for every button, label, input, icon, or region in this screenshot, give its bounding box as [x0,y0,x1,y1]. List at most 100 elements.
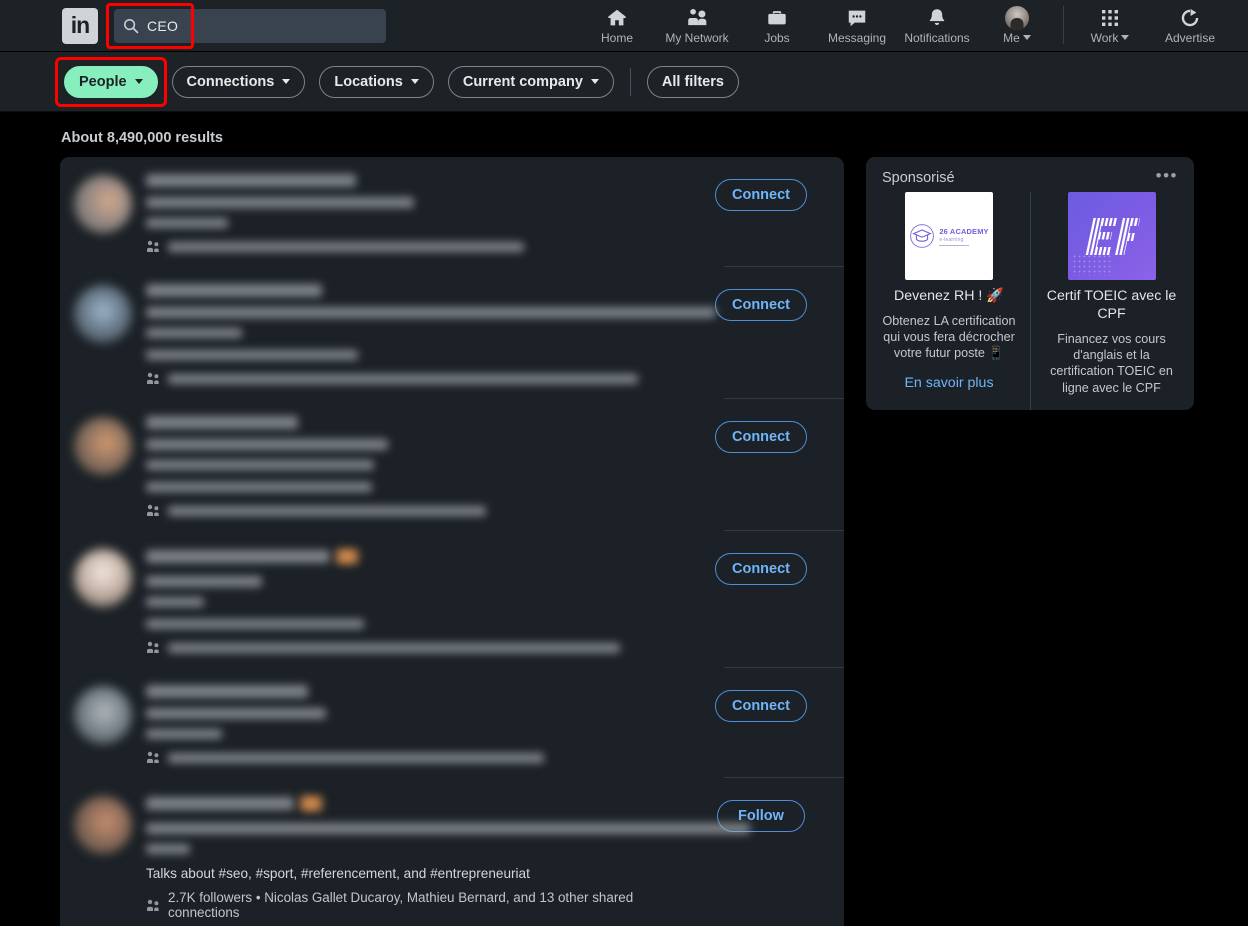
table-row[interactable]: Talks about #seo, #sport, #referencement… [60,778,844,926]
filter-pill-label: People [79,73,127,90]
nav-item-messaging[interactable]: Messaging [817,3,897,45]
ad-description: Financez vos cours d'anglais et la certi… [1050,331,1173,395]
main-content: About 8,490,000 results Connect Connect … [0,112,1248,926]
table-row[interactable]: Connect [60,668,844,778]
nav-item-label: Advertise [1164,30,1216,45]
sponsored-ads: 26 ACADEMY e-learning Devenez RH ! 🚀 Obt… [882,192,1178,410]
search-results-list: Connect Connect Connect Connect Connect … [60,157,844,926]
filter-divider [629,67,631,96]
result-location-redacted [146,729,222,739]
connect-button[interactable]: Connect [715,421,807,453]
nav-item-jobs[interactable]: Jobs [737,3,817,45]
notifications-bell-icon [926,6,948,30]
sponsored-ad-2[interactable]: Certif TOEIC avec le CPF Financez vos co… [1030,192,1178,410]
nav-item-advertise[interactable]: Advertise [1150,3,1230,45]
nav-item-label: Me [1003,30,1020,45]
nav-item-label: Jobs [764,30,790,45]
search-container: CEO [106,2,386,49]
shared-connections-redacted [168,373,638,384]
result-details [146,415,696,517]
linkedin-logo[interactable]: in [62,7,98,44]
jobs-briefcase-icon [766,6,788,30]
nav-item-notifications[interactable]: Notifications [897,3,977,45]
chevron-down-icon [282,79,291,84]
connect-button[interactable]: Connect [715,553,807,585]
shared-connections [146,751,696,764]
connections-icon [146,240,160,253]
ad-learn-more-link[interactable]: En savoir plus [1067,409,1156,410]
messaging-icon [846,6,868,30]
result-current-role-redacted [146,350,358,360]
filter-pill-label: All filters [661,73,724,90]
ef-dots-pattern [1071,254,1112,276]
ad-image-26-academy: 26 ACADEMY e-learning [905,192,993,280]
filter-pill-label: Connections [186,73,275,90]
nav-item-my-network[interactable]: My Network [657,3,737,45]
connect-button[interactable]: Connect [715,179,807,211]
table-row[interactable]: Connect [60,399,844,531]
nav-item-label-wrap: Me [1003,31,1031,45]
filter-pill-people[interactable]: People [64,65,158,98]
ad-learn-more-link[interactable]: En savoir plus [904,375,993,391]
ad-title: Devenez RH ! 🚀 [894,288,1004,304]
advertise-icon [1179,6,1201,30]
result-details [146,684,696,764]
connect-button[interactable]: Connect [715,289,807,321]
filter-pill-label: Locations [334,73,403,90]
result-location-redacted [146,844,190,854]
sponsored-panel: Sponsorisé ••• 26 ACADEMY e-learning Dev… [866,157,1194,410]
result-location-redacted [146,597,204,607]
my-network-icon [686,6,709,30]
nav-item-work[interactable]: Work [1070,3,1150,45]
result-current-role-redacted [146,482,372,492]
filter-people-wrapper: People [55,56,167,107]
table-row[interactable]: Connect [60,157,844,267]
nav-item-label: Messaging [827,30,887,45]
nav-item-me[interactable]: Me [977,3,1057,45]
filter-pill-current-company[interactable]: Current company [447,65,614,98]
result-name-row [146,548,696,566]
avatar [74,175,132,233]
shared-connections [146,372,696,385]
ef-logo-icon [1084,218,1140,255]
ad-logo-rule [939,244,970,246]
avatar [74,686,132,744]
ad-logo-sub: e-learning [939,236,964,243]
result-details: Talks about #seo, #sport, #referencement… [146,794,750,920]
filter-pill-connections[interactable]: Connections [171,65,306,98]
connections-icon [146,504,160,517]
result-current-role-redacted [146,619,364,629]
result-headline-redacted [146,439,388,450]
results-count: About 8,490,000 results [61,130,223,146]
results-layout: Connect Connect Connect Connect Connect … [60,157,1248,926]
graduation-cap-icon [910,224,935,248]
shared-connections-text: 2.7K followers • Nicolas Gallet Ducaroy,… [168,890,634,920]
sponsored-title: Sponsorisé [882,170,955,186]
avatar [74,285,132,343]
table-row[interactable]: Connect [60,267,844,399]
talks-about-text: Talks about #seo, #sport, #referencement… [146,866,530,881]
sponsored-ad-1[interactable]: 26 ACADEMY e-learning Devenez RH ! 🚀 Obt… [882,192,1030,410]
connections-icon [146,751,160,764]
ad-title: Certif TOEIC avec le CPF [1046,288,1177,322]
result-name-redacted [146,550,330,564]
table-row[interactable]: Connect [60,531,844,668]
connections-icon [146,641,160,654]
avatar [74,549,132,607]
search-input[interactable]: CEO [114,8,386,43]
connections-icon [146,899,160,912]
ad-image-ef [1067,192,1156,280]
filter-pill-locations[interactable]: Locations [319,65,434,98]
search-icon [123,18,139,34]
connections-icon [146,372,160,385]
chevron-down-icon [590,79,599,84]
nav-item-label: Work [1090,30,1119,45]
connect-button[interactable]: Connect [715,690,807,722]
overflow-menu-icon[interactable]: ••• [1156,167,1178,184]
nav-item-home[interactable]: Home [577,3,657,45]
filter-pill-all-filters[interactable]: All filters [646,65,739,98]
result-action: Connect [696,684,826,764]
search-query-text: CEO [147,17,179,34]
result-name-redacted [146,174,356,187]
avatar [74,417,132,475]
